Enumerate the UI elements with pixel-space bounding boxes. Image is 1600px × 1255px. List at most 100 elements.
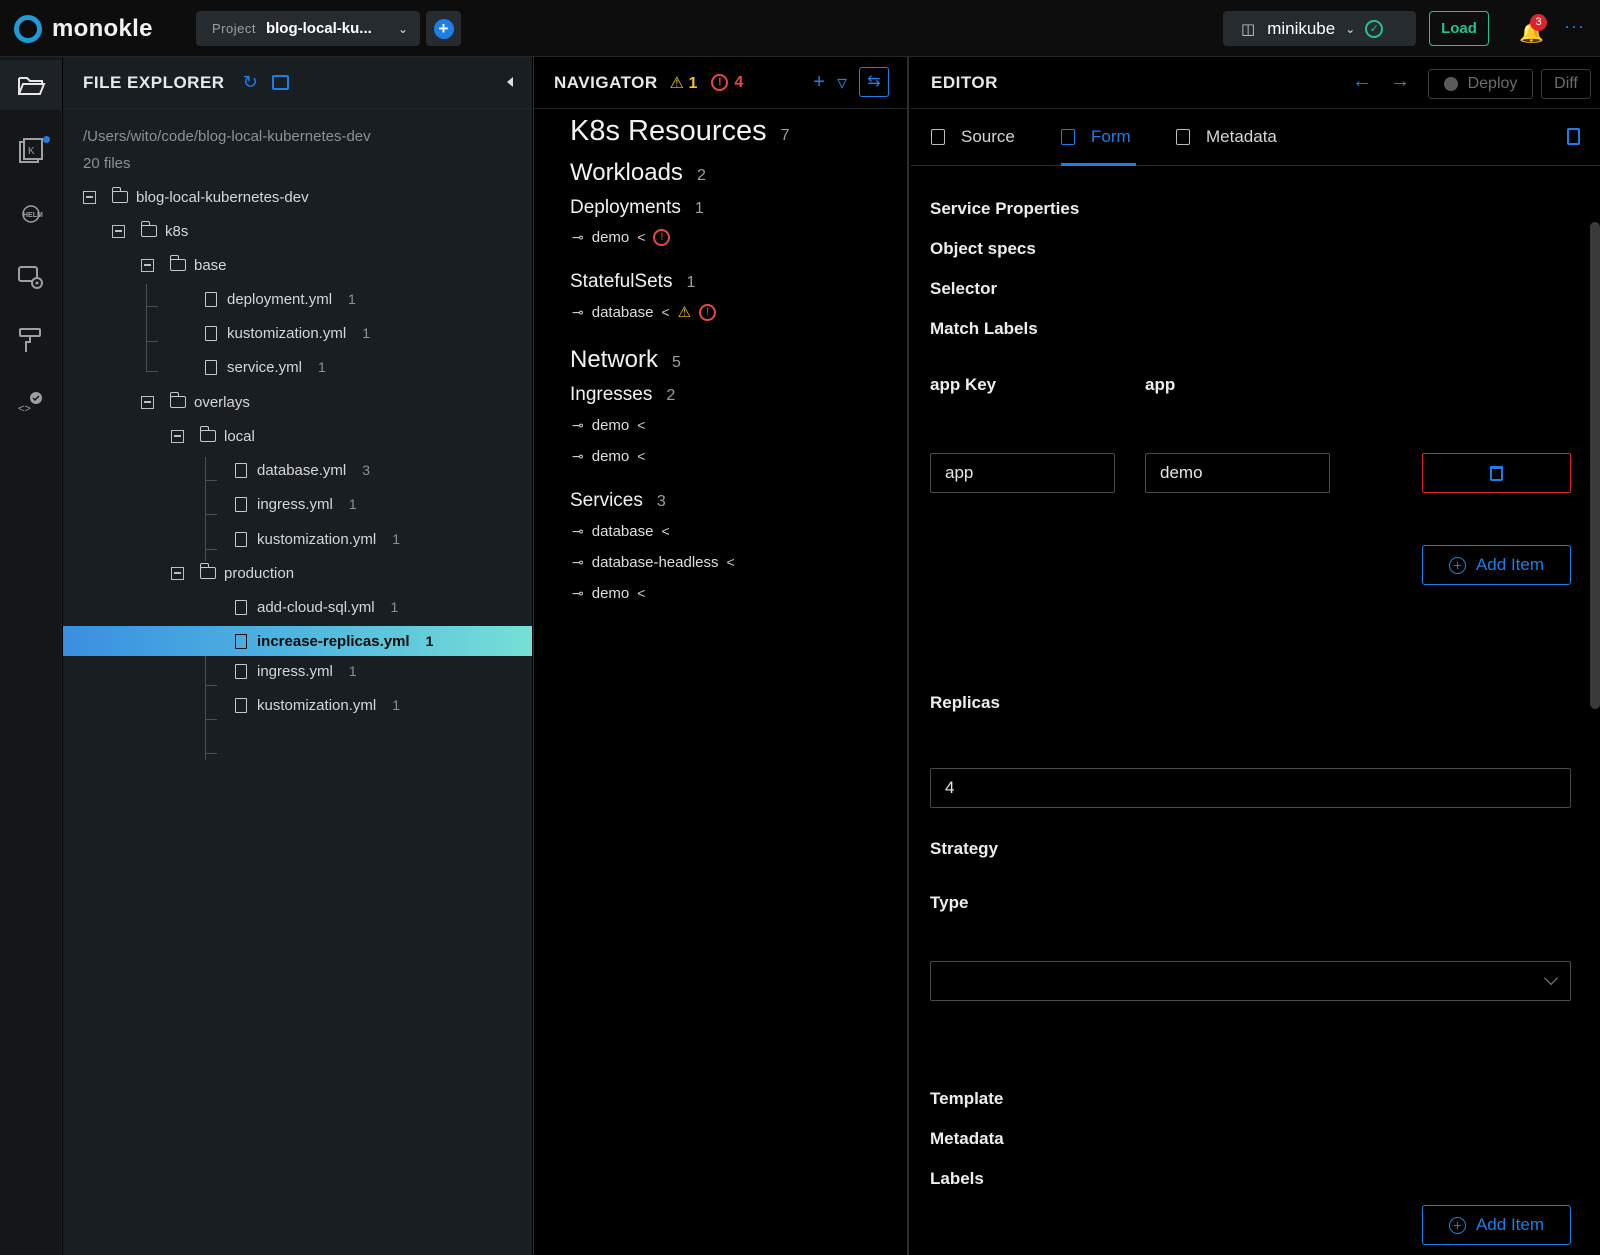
label-key-input[interactable]: app [930,453,1115,493]
tree-file[interactable]: kustomization.yml 1 [63,318,532,348]
book-icon[interactable] [1567,128,1580,145]
section-network[interactable]: Network 5 [570,346,681,374]
file-icon [205,325,217,341]
share-icon[interactable]: < [637,585,645,601]
tab-metadata[interactable]: Metadata [1176,127,1277,147]
resource-item[interactable]: ⊸ demo < ! [572,225,671,249]
match-labels-heading: Match Labels [930,319,1038,338]
templates-tab[interactable] [0,315,62,365]
section-ingresses[interactable]: Ingresses 2 [570,384,675,406]
tree-file[interactable]: ingress.yml 1 [63,489,532,519]
arrow-right-icon[interactable]: → [1390,70,1410,93]
editor-panel: EDITOR ← → Deploy Diff Source Form Metad… [911,57,1600,1255]
deploy-button[interactable]: Deploy [1428,69,1533,99]
more-menu-icon[interactable]: ··· [1564,16,1585,37]
collapse-panel-icon[interactable] [507,77,513,87]
error-summary[interactable]: ! 4 [711,74,743,92]
tree-file-selected[interactable]: increase-replicas.yml 1 [63,626,532,656]
resource-item[interactable]: ⊸ demo < [572,444,645,468]
collapse-toggle-icon[interactable] [141,395,154,409]
reload-icon[interactable]: ↻ [243,72,258,93]
resource-name: database-headless [591,553,719,571]
warning-icon[interactable]: ⚠ [678,303,691,321]
notifications-button[interactable]: 🔔 3 [1515,14,1547,44]
collapse-all-icon[interactable] [271,75,289,90]
collapse-toggle-icon[interactable] [141,258,154,272]
add-item-button[interactable]: + Add Item [1422,545,1571,585]
navigator-title: NAVIGATOR [554,72,658,92]
tree-file[interactable]: database.yml 3 [63,455,532,485]
project-selector[interactable]: Project blog-local-ku... ⌄ [196,11,420,46]
label-value-input[interactable]: demo [1145,453,1330,493]
cluster-selector[interactable]: ◫ minikube ⌄ ✓ [1223,11,1416,46]
tree-file[interactable]: deployment.yml 1 [63,284,532,314]
share-icon[interactable]: < [661,304,669,320]
warning-summary[interactable]: ⚠ 1 [670,73,698,93]
collapse-toggle-icon[interactable] [171,566,184,580]
section-workloads[interactable]: Workloads 2 [570,159,706,187]
svg-text:<>: <> [18,403,31,415]
load-button[interactable]: Load [1429,11,1489,46]
tree-file[interactable]: ingress.yml 1 [63,656,532,686]
section-statefulsets[interactable]: StatefulSets 1 [570,271,695,293]
collapse-toggle-icon[interactable] [112,224,125,238]
tree-folder-root[interactable]: blog-local-kubernetes-dev [63,182,532,212]
section-label: Deployments [570,197,681,218]
add-item-button[interactable]: + Add Item [1422,1205,1571,1245]
collapse-toggle-icon[interactable] [83,190,96,204]
share-icon[interactable]: < [637,417,645,433]
delete-label-button[interactable] [1422,453,1571,493]
replicas-input[interactable]: 4 [930,768,1571,808]
section-k8s-resources[interactable]: K8s Resources 7 [570,115,790,148]
tree-item-label: base [194,256,227,274]
resource-name: database [591,522,654,540]
section-label: Services [570,490,643,511]
tree-folder-overlays[interactable]: overlays [63,387,532,417]
file-explorer-panel: FILE EXPLORER ↻ /Users/wito/code/blog-lo… [63,57,532,1255]
tab-source[interactable]: Source [931,127,1015,147]
resource-item[interactable]: ⊸ database < [572,519,670,543]
resource-name: database [591,303,654,321]
tree-folder-base[interactable]: base [63,250,532,280]
file-explorer-tab[interactable] [0,60,62,110]
share-icon[interactable]: < [637,448,645,464]
helm-tab[interactable]: HELM [0,189,62,239]
add-project-button[interactable]: + [426,11,461,46]
deploy-icon [1443,77,1458,91]
metadata-heading: Metadata [930,1129,1004,1148]
resource-item[interactable]: ⊸ demo < [572,413,645,437]
strategy-type-select[interactable] [930,961,1571,1001]
section-deployments[interactable]: Deployments 1 [570,197,704,219]
validation-tab[interactable]: <> [0,378,62,428]
scrollbar[interactable] [1590,222,1600,709]
tree-file[interactable]: add-cloud-sql.yml 1 [63,592,532,622]
sync-icon[interactable]: ⇆ [859,67,889,97]
warning-count: 1 [688,74,698,92]
filter-icon[interactable]: ▿ [837,70,847,95]
resource-item[interactable]: ⊸ database-headless < [572,550,735,574]
tab-form[interactable]: Form [1061,127,1131,147]
tree-folder-production[interactable]: production [63,558,532,588]
tree-file[interactable]: service.yml 1 [63,352,532,382]
share-icon[interactable]: < [727,554,735,570]
section-count: 3 [656,493,666,510]
preview-tab[interactable] [0,252,62,302]
section-services[interactable]: Services 3 [570,490,666,512]
tree-folder-k8s[interactable]: k8s [63,216,532,246]
plus-circle-icon: + [1448,1216,1466,1234]
add-resource-icon[interactable]: + [813,71,825,94]
share-icon[interactable]: < [637,229,645,245]
resource-item[interactable]: ⊸ demo < [572,581,645,605]
collapse-toggle-icon[interactable] [171,429,184,443]
error-icon[interactable]: ! [653,228,671,246]
tree-file[interactable]: kustomization.yml 1 [63,524,532,554]
tree-file[interactable]: kustomization.yml 1 [63,690,532,720]
tree-folder-local[interactable]: local [63,421,532,451]
history-nav: ← → [1352,70,1410,93]
share-icon[interactable]: < [661,523,669,539]
kustomize-tab[interactable]: K [0,126,62,176]
diff-button[interactable]: Diff [1541,69,1591,99]
error-icon[interactable]: ! [699,303,717,321]
arrow-left-icon[interactable]: ← [1352,70,1372,93]
resource-item[interactable]: ⊸ database < ⚠ ! [572,300,717,324]
